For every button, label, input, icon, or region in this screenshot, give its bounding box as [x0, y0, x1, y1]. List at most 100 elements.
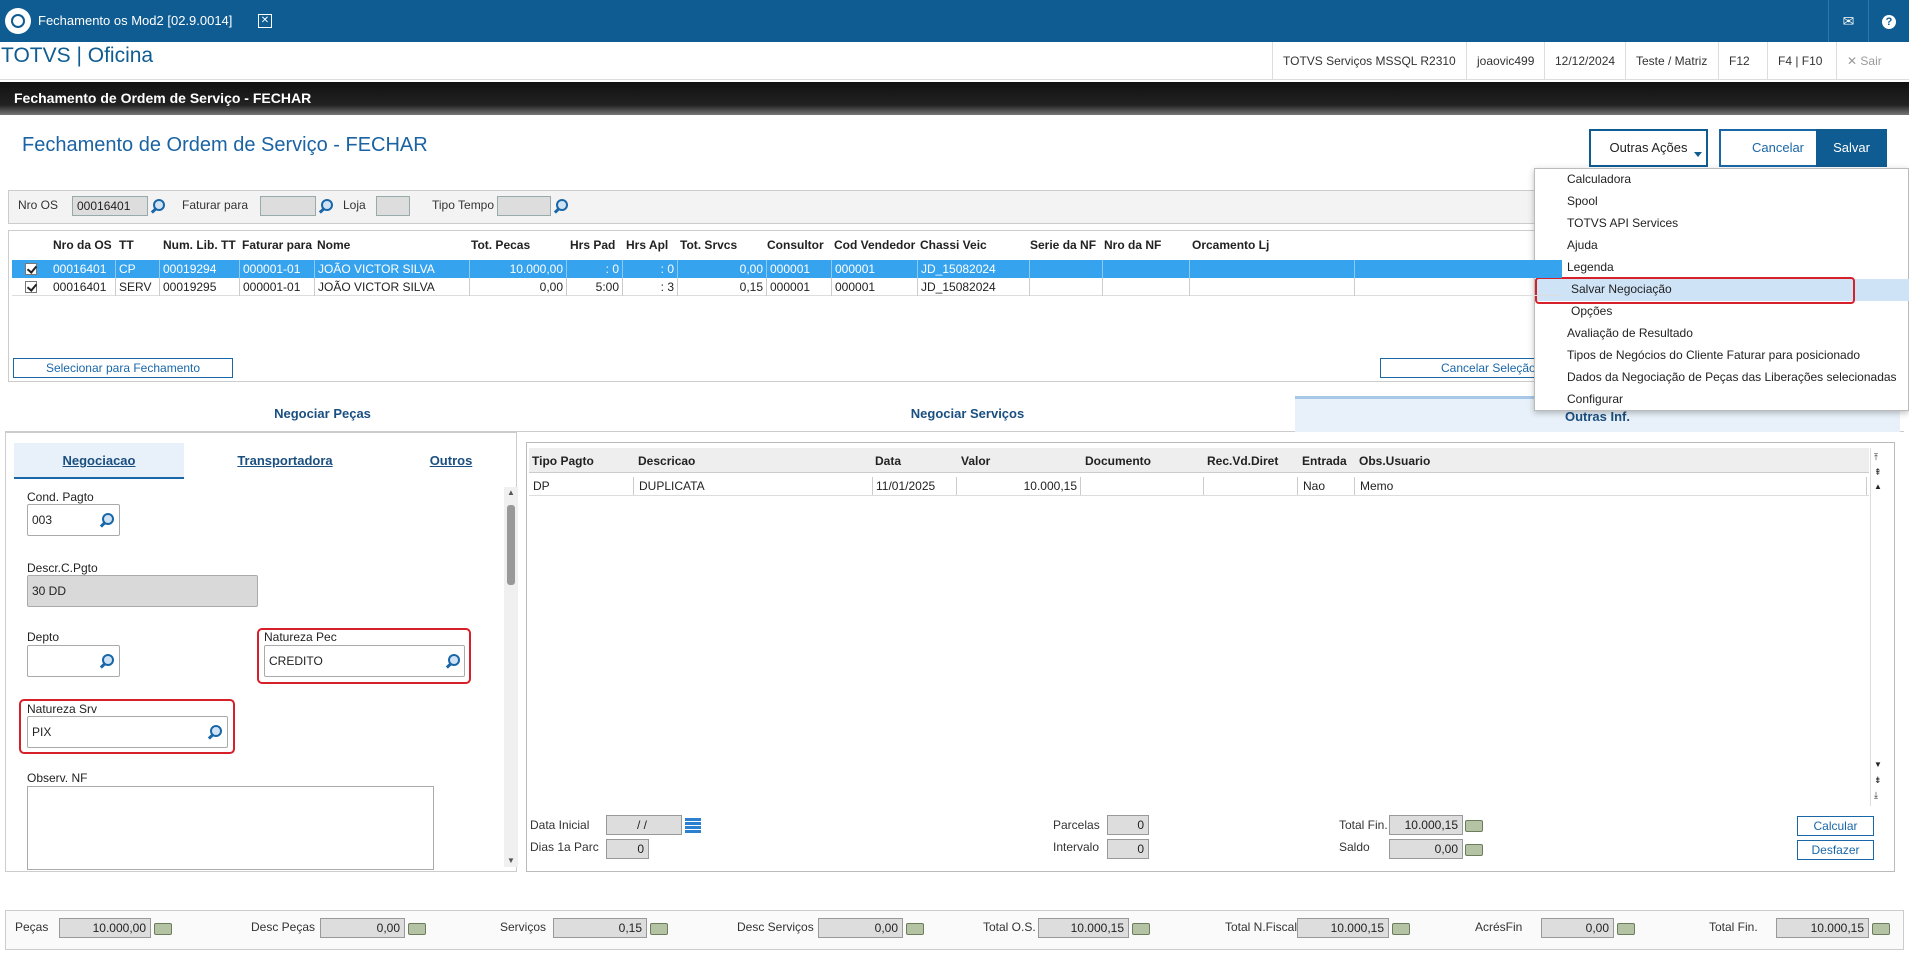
faturar-para-field[interactable]	[260, 196, 316, 216]
calendar-icon[interactable]	[685, 817, 701, 833]
grid-column-header[interactable]: Serie da NF	[1030, 238, 1096, 252]
branch-info[interactable]: Teste / Matriz	[1625, 42, 1717, 80]
subtab-transportadora[interactable]: Transportadora	[200, 443, 370, 479]
totvs-logo-icon[interactable]	[5, 8, 31, 34]
data-inicial-field[interactable]: / /	[606, 815, 682, 835]
footer-acres-field: 0,00	[1541, 918, 1614, 938]
search-icon[interactable]	[318, 198, 334, 214]
table-cell	[1190, 260, 1355, 278]
row-checkbox[interactable]	[25, 263, 37, 275]
money-icon[interactable]	[906, 923, 924, 935]
menu-item-10[interactable]: Configurar	[1567, 392, 1623, 406]
observ-nf-textarea[interactable]	[27, 786, 434, 870]
help-icon[interactable]: ?	[1868, 0, 1909, 42]
grid-column-header[interactable]: Nro da NF	[1104, 238, 1161, 252]
menu-item-5[interactable]: Salvar Negociação	[1571, 282, 1672, 296]
menu-item-1[interactable]: Spool	[1567, 194, 1598, 208]
dias-1a-parc-field[interactable]: 0	[606, 839, 649, 859]
money-icon[interactable]	[1465, 820, 1483, 832]
natureza-pec-input[interactable]: CREDITO	[264, 645, 465, 677]
select-for-closing-button[interactable]: Selecionar para Fechamento	[13, 358, 233, 378]
money-icon[interactable]	[154, 923, 172, 935]
exit-button[interactable]: ✕ Sair	[1836, 42, 1909, 80]
footer-totos-field: 10.000,15	[1038, 918, 1129, 938]
money-icon[interactable]	[1392, 923, 1410, 935]
payment-column-header[interactable]: Descricao	[638, 454, 695, 468]
row-checkbox[interactable]	[25, 281, 37, 293]
window-tab-title[interactable]: Fechamento os Mod2 [02.9.0014]	[38, 8, 232, 34]
scroll-pagedown-icon[interactable]: ⇟	[1874, 775, 1882, 786]
nro-os-field[interactable]: 00016401	[72, 196, 148, 216]
grid-column-header[interactable]: Faturar para	[242, 238, 312, 252]
payment-column-header[interactable]: Valor	[961, 454, 990, 468]
grid-column-header[interactable]: Hrs Apl	[626, 238, 668, 252]
grid-column-header[interactable]: Hrs Pad	[570, 238, 615, 252]
tab-close-icon[interactable]: ✕	[258, 14, 272, 28]
grid-column-header[interactable]: Tot. Pecas	[471, 238, 530, 252]
grid-column-header[interactable]: TT	[119, 238, 134, 252]
search-icon[interactable]	[99, 653, 115, 669]
mail-icon[interactable]: ✉	[1828, 0, 1868, 42]
grid-column-header[interactable]: Chassi Veic	[920, 238, 987, 252]
calcular-button[interactable]: Calcular	[1797, 816, 1874, 836]
cancel-selection-button[interactable]: Cancelar Seleção	[1380, 358, 1540, 378]
outras-acoes-button[interactable]: Outras Ações	[1589, 129, 1708, 167]
tab-negociar-pecas[interactable]: Negociar Peças	[5, 396, 640, 432]
f12-button[interactable]: F12	[1718, 42, 1760, 80]
scroll-up-icon[interactable]: ▲	[507, 488, 515, 497]
menu-item-4[interactable]: Legenda	[1567, 260, 1614, 274]
search-icon[interactable]	[207, 724, 223, 740]
payment-column-header[interactable]: Obs.Usuario	[1359, 454, 1430, 468]
grid-column-header[interactable]: Orcamento Lj	[1192, 238, 1269, 252]
menu-item-8[interactable]: Tipos de Negócios do Cliente Faturar par…	[1567, 348, 1860, 362]
grid-column-header[interactable]: Consultor	[767, 238, 824, 252]
grid-column-header[interactable]: Num. Lib. TT	[163, 238, 236, 252]
scroll-down-icon[interactable]: ▼	[507, 856, 515, 865]
subtab-negociacao[interactable]: Negociacao	[14, 443, 184, 479]
money-icon[interactable]	[408, 923, 426, 935]
scrollbar-thumb[interactable]	[507, 505, 515, 585]
payment-column-header[interactable]: Documento	[1085, 454, 1151, 468]
grid-column-header[interactable]: Nro da OS	[53, 238, 112, 252]
payment-scrollbar[interactable]	[1870, 448, 1888, 806]
parcelas-field[interactable]: 0	[1107, 815, 1149, 835]
scroll-top-icon[interactable]: ⤒	[1874, 452, 1878, 463]
money-icon[interactable]	[1132, 923, 1150, 935]
menu-item-9[interactable]: Dados da Negociação de Peças das Liberaç…	[1567, 370, 1897, 384]
natureza-srv-input[interactable]: PIX	[27, 716, 228, 748]
money-icon[interactable]	[1465, 844, 1483, 856]
search-icon[interactable]	[553, 198, 569, 214]
money-icon[interactable]	[650, 923, 668, 935]
payment-column-header[interactable]: Tipo Pagto	[532, 454, 594, 468]
f4-f10-button[interactable]: F4 | F10	[1767, 42, 1832, 80]
menu-item-3[interactable]: Ajuda	[1567, 238, 1598, 252]
payment-column-header[interactable]: Data	[875, 454, 901, 468]
money-icon[interactable]	[1617, 923, 1635, 935]
search-icon[interactable]	[99, 512, 115, 528]
scroll-pageup-icon[interactable]: ⇞	[1874, 467, 1882, 478]
menu-item-0[interactable]: Calculadora	[1567, 172, 1631, 186]
grid-column-header[interactable]: Nome	[317, 238, 350, 252]
cond-pagto-label: Cond. Pagto	[27, 490, 94, 504]
menu-item-7[interactable]: Avaliação de Resultado	[1567, 326, 1693, 340]
table-cell	[1103, 278, 1190, 296]
search-icon[interactable]	[445, 653, 461, 669]
save-button[interactable]: Salvar	[1816, 129, 1887, 167]
payment-column-header[interactable]: Rec.Vd.Diret	[1207, 454, 1278, 468]
search-icon[interactable]	[150, 198, 166, 214]
intervalo-field[interactable]: 0	[1107, 839, 1149, 859]
payment-column-header[interactable]: Entrada	[1302, 454, 1347, 468]
tipo-tempo-field[interactable]	[497, 196, 551, 216]
subtab-outros[interactable]: Outros	[366, 443, 536, 479]
scroll-up-icon[interactable]: ▲	[1874, 482, 1882, 491]
desfazer-button[interactable]: Desfazer	[1797, 840, 1874, 860]
tab-negociar-servicos[interactable]: Negociar Serviços	[640, 396, 1295, 432]
menu-item-2[interactable]: TOTVS API Services	[1567, 216, 1678, 230]
menu-item-6[interactable]: Opções	[1571, 304, 1612, 318]
money-icon[interactable]	[1872, 923, 1890, 935]
loja-field[interactable]	[376, 196, 410, 216]
scroll-bottom-icon[interactable]: ⤓	[1874, 790, 1878, 801]
scroll-down-icon[interactable]: ▼	[1874, 760, 1882, 769]
grid-column-header[interactable]: Cod Vendedor	[834, 238, 915, 252]
grid-column-header[interactable]: Tot. Srvcs	[680, 238, 737, 252]
